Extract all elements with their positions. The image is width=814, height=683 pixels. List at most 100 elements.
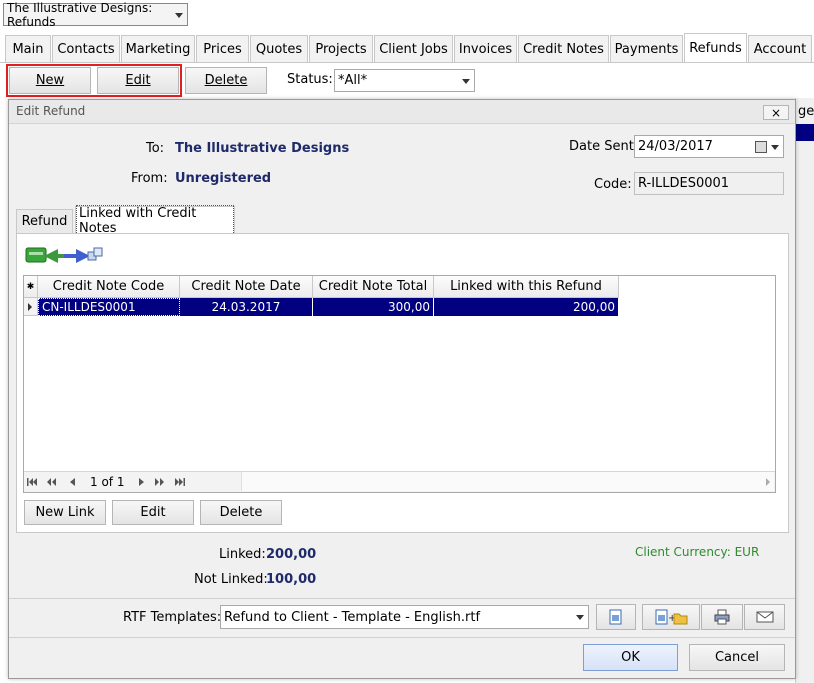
- window-title-combo[interactable]: The Illustrative Designs: Refunds: [3, 0, 188, 29]
- tab-invoices[interactable]: Invoices: [454, 35, 517, 62]
- background-column-text: ge: [798, 104, 814, 119]
- link-credit-note-icon[interactable]: [24, 244, 108, 268]
- printer-icon: [714, 609, 730, 625]
- chevron-down-icon: [175, 12, 183, 18]
- close-icon: ×: [770, 105, 782, 120]
- tab-payments[interactable]: Payments: [610, 35, 683, 62]
- open-template-button[interactable]: +: [642, 604, 700, 630]
- horizontal-scrollbar[interactable]: [241, 472, 774, 491]
- new-link-button[interactable]: New Link: [24, 500, 106, 525]
- tab-quotes[interactable]: Quotes: [250, 35, 308, 62]
- tab-label: Projects: [315, 41, 367, 57]
- row-indicator-icon: [24, 298, 38, 316]
- previous-page-group-icon[interactable]: [46, 477, 56, 487]
- email-button[interactable]: [744, 604, 785, 630]
- tab-label: Quotes: [255, 41, 303, 57]
- chevron-down-icon: [771, 144, 779, 150]
- tab-label: Credit Notes: [523, 41, 604, 57]
- tab-client-jobs[interactable]: Client Jobs: [374, 35, 453, 62]
- tab-prices[interactable]: Prices: [196, 35, 249, 62]
- grid-header-date[interactable]: Credit Note Date: [180, 276, 313, 298]
- tab-label: Marketing: [125, 41, 191, 57]
- tab-main[interactable]: Main: [5, 35, 51, 62]
- window-title-text: The Illustrative Designs: Refunds: [7, 0, 153, 29]
- dialog-title: Edit Refund: [16, 104, 86, 118]
- code-label: Code:: [594, 177, 632, 192]
- new-button[interactable]: New: [9, 67, 91, 94]
- footer-separator: [9, 598, 795, 599]
- to-label: To:: [146, 141, 165, 156]
- delete-button[interactable]: Delete: [185, 67, 267, 94]
- background-panel-edge: [795, 98, 814, 683]
- inner-tab-label: Refund: [21, 214, 68, 229]
- tab-label: Prices: [203, 41, 242, 57]
- new-button-label: New: [35, 73, 65, 88]
- code-field: R-ILLDES0001: [634, 172, 784, 195]
- open-folder-icon: +: [655, 609, 688, 625]
- tab-contacts[interactable]: Contacts: [52, 35, 120, 62]
- chevron-down-icon: [462, 78, 470, 84]
- tab-label: Account: [753, 41, 807, 57]
- tab-label: Contacts: [57, 41, 115, 57]
- status-select[interactable]: *All*: [334, 69, 475, 92]
- inner-tab-label: Linked with Credit Notes: [76, 204, 234, 237]
- next-page-icon[interactable]: [137, 477, 147, 487]
- grid-marker-header: ✱: [24, 276, 38, 298]
- inner-tab-refund[interactable]: Refund: [16, 209, 73, 233]
- preview-document-button[interactable]: [596, 604, 636, 630]
- from-value: Unregistered: [175, 171, 272, 186]
- date-sent-picker[interactable]: 24/03/2017: [634, 135, 784, 158]
- cell-credit-note-total: 300,00: [313, 298, 434, 316]
- tab-account[interactable]: Account: [748, 35, 812, 62]
- tab-label: Invoices: [458, 41, 513, 57]
- delete-link-button[interactable]: Delete: [200, 500, 282, 525]
- previous-page-icon[interactable]: [67, 477, 77, 487]
- grid-header-code[interactable]: Credit Note Code: [38, 276, 180, 298]
- next-page-group-icon[interactable]: [155, 477, 165, 487]
- not-linked-label: Not Linked:: [194, 572, 268, 587]
- footer-separator-2: [9, 637, 795, 638]
- calendar-icon[interactable]: [755, 141, 767, 153]
- tab-label: Client Jobs: [379, 41, 448, 57]
- rtf-template-value: Refund to Client - Template - English.rt…: [224, 609, 481, 625]
- tab-refunds[interactable]: Refunds: [684, 33, 747, 62]
- delete-button-label: Delete: [204, 73, 248, 88]
- document-preview-icon: [609, 609, 622, 625]
- tab-credit-notes[interactable]: Credit Notes: [518, 35, 609, 62]
- linked-value: 200,00: [266, 547, 317, 562]
- from-label: From:: [131, 171, 168, 186]
- edit-button[interactable]: Edit: [97, 67, 179, 94]
- tab-marketing[interactable]: Marketing: [121, 35, 195, 62]
- cell-linked-amount: 200,00: [434, 298, 619, 316]
- not-linked-value: 100,00: [266, 572, 317, 587]
- last-page-icon[interactable]: [175, 477, 185, 487]
- tab-label: Payments: [614, 41, 679, 57]
- grid-header-linked[interactable]: Linked with this Refund: [434, 276, 619, 298]
- linked-label: Linked:: [219, 547, 266, 562]
- scroll-right-icon[interactable]: [766, 478, 770, 486]
- tab-label: Main: [12, 41, 44, 57]
- status-value: *All*: [338, 73, 368, 88]
- inner-tab-linked-credit-notes[interactable]: Linked with Credit Notes: [75, 204, 235, 237]
- rtf-template-select[interactable]: Refund to Client - Template - English.rt…: [220, 605, 589, 629]
- rtf-templates-label: RTF Templates:: [123, 610, 222, 625]
- dialog-titlebar: [9, 100, 795, 124]
- grid-header-total[interactable]: Credit Note Total: [313, 276, 434, 298]
- cancel-button[interactable]: Cancel: [689, 644, 785, 671]
- print-button[interactable]: [701, 604, 743, 630]
- client-currency: Client Currency: EUR: [635, 545, 760, 559]
- edit-button-label: Edit: [125, 73, 151, 88]
- cell-credit-note-code: CN-ILLDES0001: [38, 298, 180, 316]
- status-label: Status:: [287, 72, 333, 87]
- date-sent-label: Date Sent:: [569, 139, 639, 154]
- ok-button[interactable]: OK: [583, 644, 678, 671]
- date-sent-value: 24/03/2017: [638, 139, 713, 154]
- cell-credit-note-date: 24.03.2017: [180, 298, 313, 316]
- dialog-close-button[interactable]: ×: [763, 105, 789, 120]
- page-indicator: 1 of 1: [90, 475, 125, 489]
- first-page-icon[interactable]: [27, 477, 37, 487]
- edit-link-button[interactable]: Edit: [112, 500, 194, 525]
- background-selected-row: [796, 124, 814, 141]
- tab-projects[interactable]: Projects: [309, 35, 373, 62]
- code-value: R-ILLDES0001: [638, 176, 730, 191]
